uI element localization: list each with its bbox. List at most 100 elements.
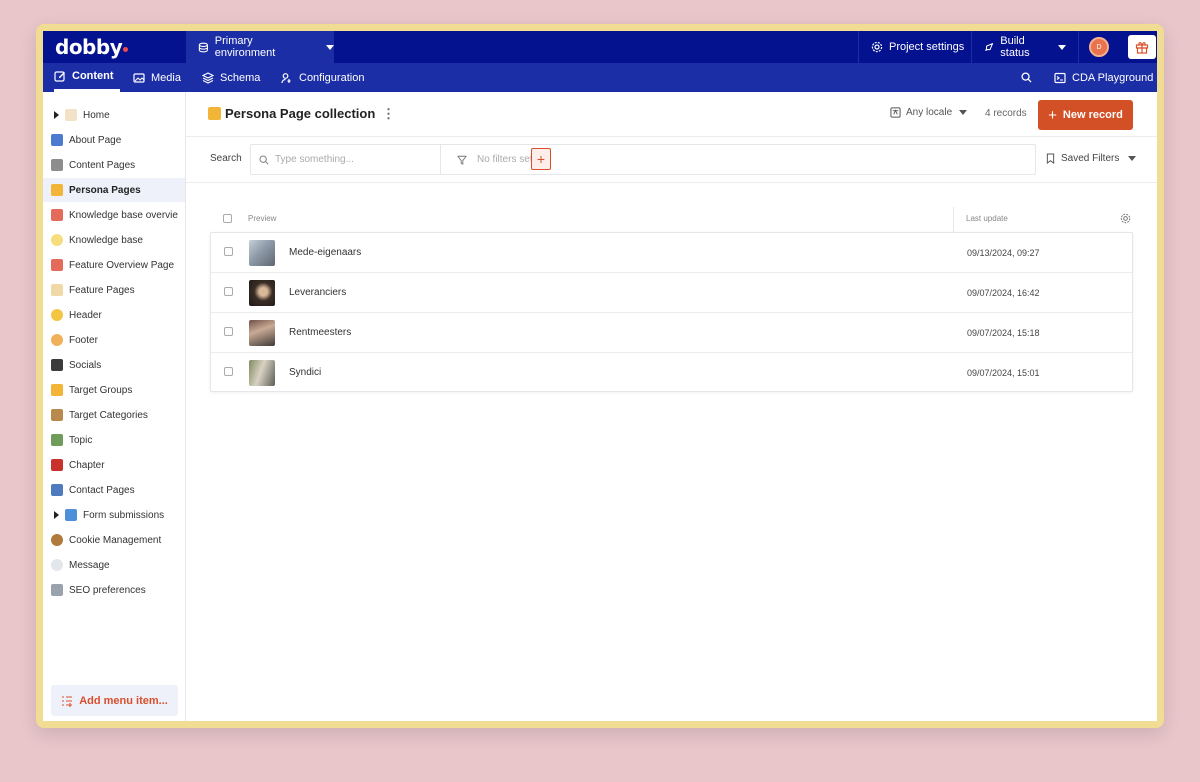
sidebar-item-persona-pages[interactable]: Persona Pages [43, 178, 185, 202]
environment-dropdown[interactable]: Primary environment [186, 31, 334, 63]
saved-filters-dropdown[interactable]: Saved Filters [1046, 153, 1137, 164]
sidebar-item-label: Content Pages [69, 159, 136, 171]
sidebar-item-cookie-management[interactable]: Cookie Management [43, 528, 185, 552]
gear-icon[interactable] [1120, 213, 1131, 224]
mailbox-emoji-icon [51, 484, 63, 496]
book-emoji-icon [51, 459, 63, 471]
search-input[interactable] [275, 154, 425, 165]
record-thumbnail [249, 280, 275, 306]
record-date: 09/07/2024, 15:18 [967, 328, 1040, 338]
tab-schema-label: Schema [220, 71, 261, 84]
tab-schema[interactable]: Schema [202, 63, 260, 92]
add-menu-item-label: Add menu item... [79, 694, 168, 707]
sidebar-item-label: Cookie Management [69, 534, 162, 546]
sidebar-item-label: Chapter [69, 459, 105, 471]
record-title: Syndici [289, 367, 322, 378]
search-bar: Search No filters set + Saved Filters [186, 137, 1157, 183]
build-status-button[interactable]: Build status [971, 31, 1078, 63]
gift-icon [1135, 42, 1149, 54]
row-checkbox[interactable] [224, 327, 233, 336]
sidebar-item-about-page[interactable]: About Page [43, 128, 185, 152]
smiley-emoji-icon [51, 309, 63, 321]
tab-media[interactable]: Media [133, 63, 181, 92]
sidebar-item-topic[interactable]: Topic [43, 428, 185, 452]
sidebar-item-header[interactable]: Header [43, 303, 185, 327]
sidebar-item-home[interactable]: Home [43, 103, 185, 127]
logo[interactable]: dobby [55, 35, 129, 59]
filters-status: No filters set [477, 154, 533, 165]
environment-label: Primary environment [214, 35, 276, 59]
gift-button[interactable] [1128, 35, 1156, 59]
cda-playground-button[interactable]: CDA Playground [1054, 63, 1153, 92]
column-header-last-update[interactable]: Last update [966, 214, 1008, 223]
record-thumbnail [249, 360, 275, 386]
row-checkbox[interactable] [224, 287, 233, 296]
chevron-down-icon [1128, 156, 1137, 161]
record-date: 09/07/2024, 16:42 [967, 288, 1040, 298]
bulb-emoji-icon [51, 234, 63, 246]
sidebar-item-label: Socials [69, 359, 102, 371]
record-thumbnail [249, 240, 275, 266]
table-row[interactable]: Syndici 09/07/2024, 15:01 [211, 353, 1132, 393]
sidebar-item-label: Form submissions [83, 509, 165, 521]
sidebar-item-content-pages[interactable]: Content Pages [43, 153, 185, 177]
sidebar-item-message[interactable]: Message [43, 553, 185, 577]
table-row[interactable]: Mede-eigenaars 09/13/2024, 09:27 [211, 233, 1132, 273]
sidebar-item-target-categories[interactable]: Target Categories [43, 403, 185, 427]
info-emoji-icon [51, 134, 63, 146]
collection-header: Persona Page collection ⋮ Any locale 4 r… [186, 92, 1157, 137]
tab-configuration[interactable]: Configuration [281, 63, 364, 92]
people-emoji-icon [51, 184, 63, 196]
locale-label: Any locale [906, 107, 953, 118]
sidebar-item-socials[interactable]: Socials [43, 353, 185, 377]
locale-dropdown[interactable]: Any locale [890, 107, 968, 118]
table-row[interactable]: Rentmeesters 09/07/2024, 15:18 [211, 313, 1132, 353]
sidebar-item-knowledge-base-overview[interactable]: Knowledge base overvie [43, 203, 185, 227]
sidebar-item-target-groups[interactable]: Target Groups [43, 378, 185, 402]
sidebar-item-footer[interactable]: Footer [43, 328, 185, 352]
tab-content[interactable]: Content [54, 63, 120, 92]
sidebar-item-feature-pages[interactable]: Feature Pages [43, 278, 185, 302]
row-checkbox[interactable] [224, 367, 233, 376]
foot-emoji-icon [51, 334, 63, 346]
select-all-checkbox[interactable] [223, 214, 232, 223]
sidebar-item-knowledge-base[interactable]: Knowledge base [43, 228, 185, 252]
table-row[interactable]: Leveranciers 09/07/2024, 16:42 [211, 273, 1132, 313]
add-filter-button[interactable]: + [531, 148, 551, 170]
page-title-text: Persona Page collection [225, 106, 376, 121]
helicopter-emoji-icon [51, 209, 63, 221]
people-emoji-icon [51, 384, 63, 396]
avatar[interactable]: D [1089, 37, 1109, 57]
tab-media-label: Media [151, 71, 181, 84]
column-divider [953, 207, 954, 232]
sidebar-item-contact-pages[interactable]: Contact Pages [43, 478, 185, 502]
sidebar-item-label: Header [69, 309, 102, 321]
row-checkbox[interactable] [224, 247, 233, 256]
sidebar-item-form-submissions[interactable]: Form submissions [43, 503, 185, 527]
inbox-emoji-icon [65, 509, 77, 521]
sidebar-item-chapter[interactable]: Chapter [43, 453, 185, 477]
config-icon [281, 72, 291, 83]
expand-arrow-icon[interactable] [54, 511, 59, 519]
project-settings-button[interactable]: Project settings [858, 31, 976, 63]
rocket-icon [985, 43, 994, 51]
sidebar-item-seo-preferences[interactable]: SEO preferences [43, 578, 185, 602]
sidebar-item-feature-overview-page[interactable]: Feature Overview Page [43, 253, 185, 277]
sidebar-item-label: Target Groups [69, 384, 133, 396]
main-content: Persona Page collection ⋮ Any locale 4 r… [186, 92, 1157, 721]
more-options-icon[interactable]: ⋮ [382, 106, 395, 122]
people-emoji-icon [208, 107, 221, 120]
mountain-emoji-icon [51, 584, 63, 596]
add-menu-item-button[interactable]: Add menu item... [51, 685, 178, 716]
search-icon[interactable] [1021, 72, 1032, 83]
expand-arrow-icon[interactable] [54, 111, 59, 119]
terminal-icon [1054, 72, 1066, 83]
layers-icon [202, 71, 214, 84]
new-record-button[interactable]: + New record [1038, 100, 1133, 130]
search-box: No filters set + [250, 144, 1036, 175]
filter-area[interactable]: No filters set [447, 145, 533, 174]
build-status-label: Build status [1000, 35, 1030, 59]
logo-dot [123, 47, 129, 52]
search-field [251, 145, 441, 174]
sidebar-item-label: About Page [69, 134, 122, 146]
